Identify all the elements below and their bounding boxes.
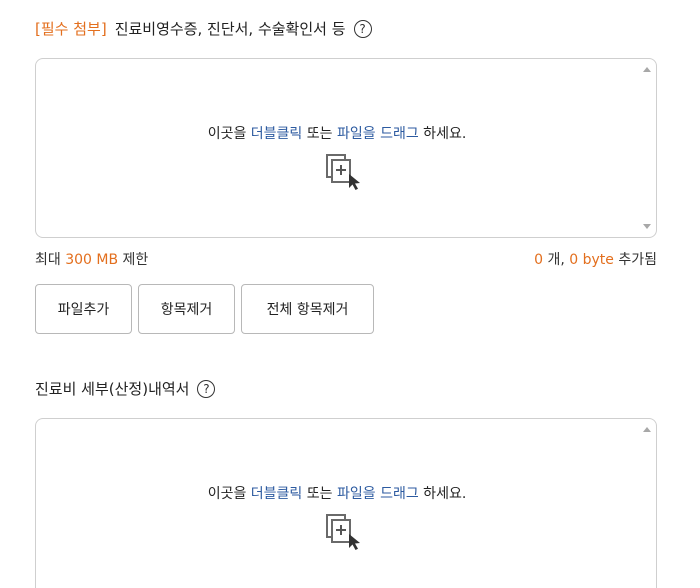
vertical-scrollbar[interactable] [639,419,656,588]
section2-title: 진료비 세부(산정)내역서 [35,380,190,398]
add-file-icon [326,514,360,550]
help-icon[interactable]: ? [197,379,216,398]
scroll-up-icon[interactable] [643,427,651,432]
section2-title-row: 진료비 세부(산정)내역서 ? [35,378,216,399]
file-dropzone[interactable]: 이곳을 더블클릭 또는 파일을 드래그 하세요. [35,418,657,588]
scroll-up-icon[interactable] [643,67,651,72]
double-click-hint: 더블클릭 [250,126,303,142]
scroll-down-icon[interactable] [643,224,651,229]
section1-title-row: [필수 첨부] 진료비영수증, 진단서, 수술확인서 등 ? [35,18,372,39]
size-limit-text: 최대 300 MB 제한 [35,252,149,268]
add-file-icon [326,154,360,190]
section1-title: 진료비영수증, 진단서, 수술확인서 등 [114,20,346,38]
required-tag: [필수 첨부] [35,20,107,38]
file-dropzone[interactable]: 이곳을 더블클릭 또는 파일을 드래그 하세요. [35,58,657,238]
dropzone-instruction: 이곳을 더블클릭 또는 파일을 드래그 하세요. [207,486,467,502]
drag-file-hint: 파일을 드래그 [337,486,419,502]
size-limit-value: 300 MB [65,252,119,268]
file-bytes-value: 0 byte [569,252,614,268]
remove-all-items-button[interactable]: 전체 항목제거 [241,284,374,334]
drag-file-hint: 파일을 드래그 [337,126,419,142]
file-count-text: 0 개, 0 byte 추가됨 [534,252,657,268]
remove-item-button[interactable]: 항목제거 [138,284,235,334]
add-file-button[interactable]: 파일추가 [35,284,132,334]
double-click-hint: 더블클릭 [250,486,303,502]
vertical-scrollbar[interactable] [639,59,656,237]
dropzone-instruction: 이곳을 더블클릭 또는 파일을 드래그 하세요. [207,126,467,142]
help-icon[interactable]: ? [353,19,372,38]
file-count-value: 0 [534,252,544,268]
